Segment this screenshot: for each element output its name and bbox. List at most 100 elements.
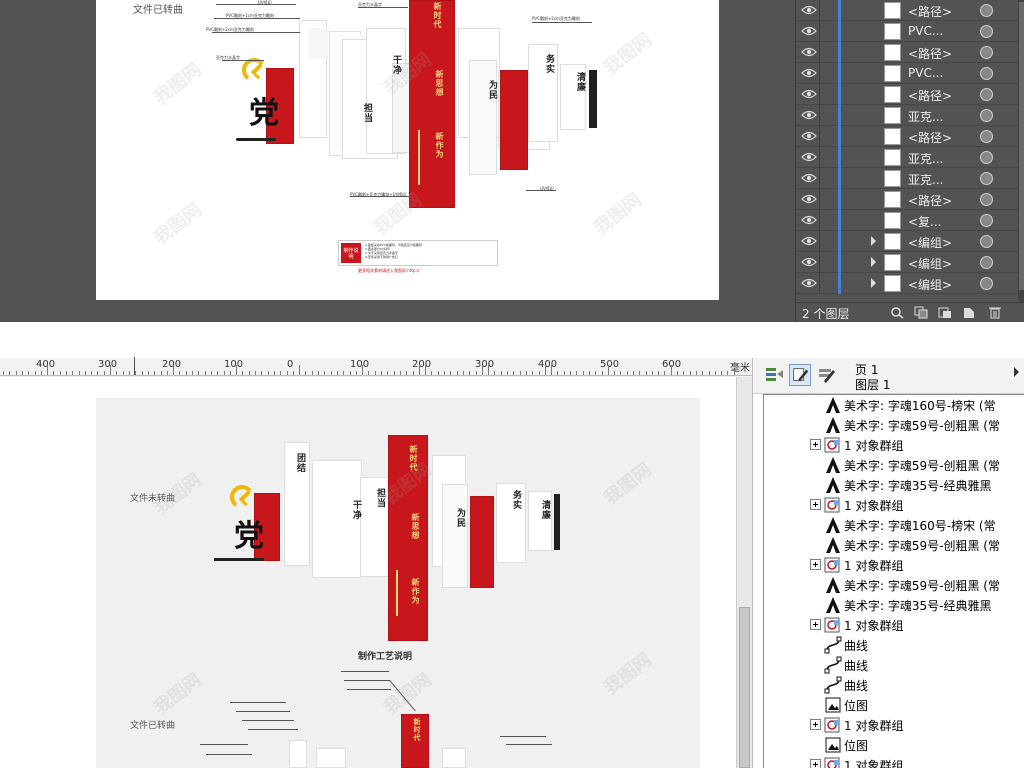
object-tree-item[interactable]: 美术字: 字魂59号-创粗黑 (常	[764, 535, 1024, 555]
target-circle-icon[interactable]	[980, 46, 993, 59]
eye-icon[interactable]	[801, 214, 817, 226]
eye-icon[interactable]	[801, 277, 817, 289]
object-tree-item[interactable]: 美术字: 字魂59号-创粗黑 (常	[764, 455, 1024, 475]
delete-layer-icon[interactable]	[988, 306, 1002, 319]
object-tree-label[interactable]: 曲线	[844, 657, 868, 674]
object-tree-label[interactable]: 美术字: 字魂59号-创粗黑 (常	[844, 457, 1000, 474]
object-tree-item[interactable]: 曲线	[764, 635, 1024, 655]
object-tree-item[interactable]: 美术字: 字魂160号-榜宋 (常	[764, 515, 1024, 535]
object-tree-label[interactable]: 位图	[844, 697, 868, 714]
object-tree-item[interactable]: 位图	[764, 735, 1024, 755]
layer-name[interactable]: PVC...	[908, 24, 943, 38]
layer-manager-view-icon[interactable]	[815, 364, 837, 386]
object-tree-item[interactable]: 美术字: 字魂59号-创粗黑 (常	[764, 415, 1024, 435]
expand-arrow-icon[interactable]	[871, 257, 876, 267]
canvas-vertical-scrollbar[interactable]	[736, 377, 752, 768]
expand-arrow-icon[interactable]	[871, 236, 876, 246]
target-circle-icon[interactable]	[980, 4, 993, 17]
eye-icon[interactable]	[801, 193, 817, 205]
expand-toggle-icon[interactable]	[810, 759, 821, 768]
object-tree-label[interactable]: 1 对象群组	[844, 617, 903, 634]
illustrator-layers-panel[interactable]: <路径> PVC... <路径> PVC... <路径> 亚克... <路径> 亚克... 亚克…	[795, 0, 1024, 322]
object-tree-item[interactable]: 曲线	[764, 655, 1024, 675]
object-tree-item[interactable]: 1 对象群组	[764, 755, 1024, 768]
edit-across-layers-icon[interactable]	[789, 364, 811, 386]
eye-icon[interactable]	[801, 151, 817, 163]
corel-canvas[interactable]: 文件未转曲 文件已转曲 党 团结 担当 干净 新时代 新思想 新作为 为民 务实…	[0, 377, 736, 768]
expand-arrow-icon[interactable]	[871, 278, 876, 288]
layer-name[interactable]: <路径>	[908, 45, 952, 62]
object-tree-item[interactable]: 美术字: 字魂160号-榜宋 (常	[764, 395, 1024, 415]
target-circle-icon[interactable]	[980, 256, 993, 269]
clipping-mask-icon[interactable]	[914, 306, 928, 319]
eye-icon[interactable]	[801, 46, 817, 58]
eye-icon[interactable]	[801, 235, 817, 247]
locate-object-icon[interactable]	[890, 306, 904, 319]
target-circle-icon[interactable]	[980, 25, 993, 38]
object-tree-item[interactable]: 曲线	[764, 675, 1024, 695]
panel-flyout-arrow-icon[interactable]	[1014, 367, 1019, 377]
target-circle-icon[interactable]	[980, 235, 993, 248]
horizontal-ruler[interactable]: 4003002001000100200300400500600 毫米	[0, 357, 752, 376]
show-object-properties-icon[interactable]	[763, 364, 785, 386]
object-tree-item[interactable]: 美术字: 字魂35号-经典雅黑	[764, 475, 1024, 495]
illustrator-canvas[interactable]: 文件已转曲 党 干净 担当 新时代 新思想 新作为 为民 务实 清廉 UV喷印 …	[0, 0, 795, 322]
target-circle-icon[interactable]	[980, 109, 993, 122]
target-circle-icon[interactable]	[980, 172, 993, 185]
expand-toggle-icon[interactable]	[810, 439, 821, 450]
layer-row[interactable]: <路径>	[796, 0, 1018, 21]
layer-row[interactable]: <编组>	[796, 231, 1018, 252]
target-circle-icon[interactable]	[980, 88, 993, 101]
target-circle-icon[interactable]	[980, 193, 993, 206]
canvas-vertical-scrollbar-thumb[interactable]	[739, 607, 750, 768]
eye-icon[interactable]	[801, 172, 817, 184]
eye-icon[interactable]	[801, 25, 817, 37]
target-circle-icon[interactable]	[980, 130, 993, 143]
target-circle-icon[interactable]	[980, 151, 993, 164]
layers-scrollbar[interactable]	[1018, 0, 1024, 302]
layer-name[interactable]: <路径>	[908, 3, 952, 20]
layer-name[interactable]: <编组>	[908, 276, 952, 293]
layer-name[interactable]: <编组>	[908, 255, 952, 272]
object-tree-label[interactable]: 美术字: 字魂160号-榜宋 (常	[844, 397, 996, 414]
object-manager-panel[interactable]: 页 1 图层 1 美术字: 字魂160号-榜宋 (常 美术字: 字魂59号-创粗黑…	[752, 358, 1024, 768]
layer-row[interactable]: <路径>	[796, 189, 1018, 210]
layer-name[interactable]: <路径>	[908, 192, 952, 209]
object-tree-label[interactable]: 位图	[844, 737, 868, 754]
object-tree-label[interactable]: 1 对象群组	[844, 717, 903, 734]
layer-row[interactable]: <复...	[796, 210, 1018, 231]
object-tree-label[interactable]: 1 对象群组	[844, 497, 903, 514]
layer-name[interactable]: 亚克...	[908, 108, 943, 125]
object-tree-label[interactable]: 1 对象群组	[844, 757, 903, 768]
expand-toggle-icon[interactable]	[810, 719, 821, 730]
object-tree-item[interactable]: 1 对象群组	[764, 495, 1024, 515]
layer-row[interactable]: 亚克...	[796, 168, 1018, 189]
eye-icon[interactable]	[801, 256, 817, 268]
object-tree-label[interactable]: 美术字: 字魂35号-经典雅黑	[844, 597, 991, 614]
eye-icon[interactable]	[801, 88, 817, 100]
object-tree[interactable]: 美术字: 字魂160号-榜宋 (常 美术字: 字魂59号-创粗黑 (常 1 对象群组…	[763, 394, 1024, 768]
object-tree-label[interactable]: 1 对象群组	[844, 437, 903, 454]
layer-row[interactable]: <路径>	[796, 42, 1018, 63]
object-tree-label[interactable]: 美术字: 字魂59号-创粗黑 (常	[844, 577, 1000, 594]
object-tree-label[interactable]: 美术字: 字魂59号-创粗黑 (常	[844, 417, 1000, 434]
layer-row[interactable]: <编组>	[796, 273, 1018, 294]
object-tree-item[interactable]: 1 对象群组	[764, 555, 1024, 575]
target-circle-icon[interactable]	[980, 214, 993, 227]
expand-toggle-icon[interactable]	[810, 559, 821, 570]
object-tree-item[interactable]: 美术字: 字魂35号-经典雅黑	[764, 595, 1024, 615]
target-circle-icon[interactable]	[980, 67, 993, 80]
object-tree-label[interactable]: 美术字: 字魂35号-经典雅黑	[844, 477, 991, 494]
target-circle-icon[interactable]	[980, 277, 993, 290]
object-tree-label[interactable]: 美术字: 字魂160号-榜宋 (常	[844, 517, 996, 534]
layer-name[interactable]: 亚克...	[908, 150, 943, 167]
layer-name[interactable]: <路径>	[908, 87, 952, 104]
object-tree-item[interactable]: 位图	[764, 695, 1024, 715]
layer-row[interactable]: <路径>	[796, 84, 1018, 105]
eye-icon[interactable]	[801, 4, 817, 16]
object-tree-item[interactable]: 美术字: 字魂59号-创粗黑 (常	[764, 575, 1024, 595]
layer-name[interactable]: 亚克...	[908, 171, 943, 188]
object-tree-item[interactable]: 1 对象群组	[764, 615, 1024, 635]
expand-toggle-icon[interactable]	[810, 499, 821, 510]
layers-scrollbar-thumb[interactable]	[1019, 2, 1024, 290]
